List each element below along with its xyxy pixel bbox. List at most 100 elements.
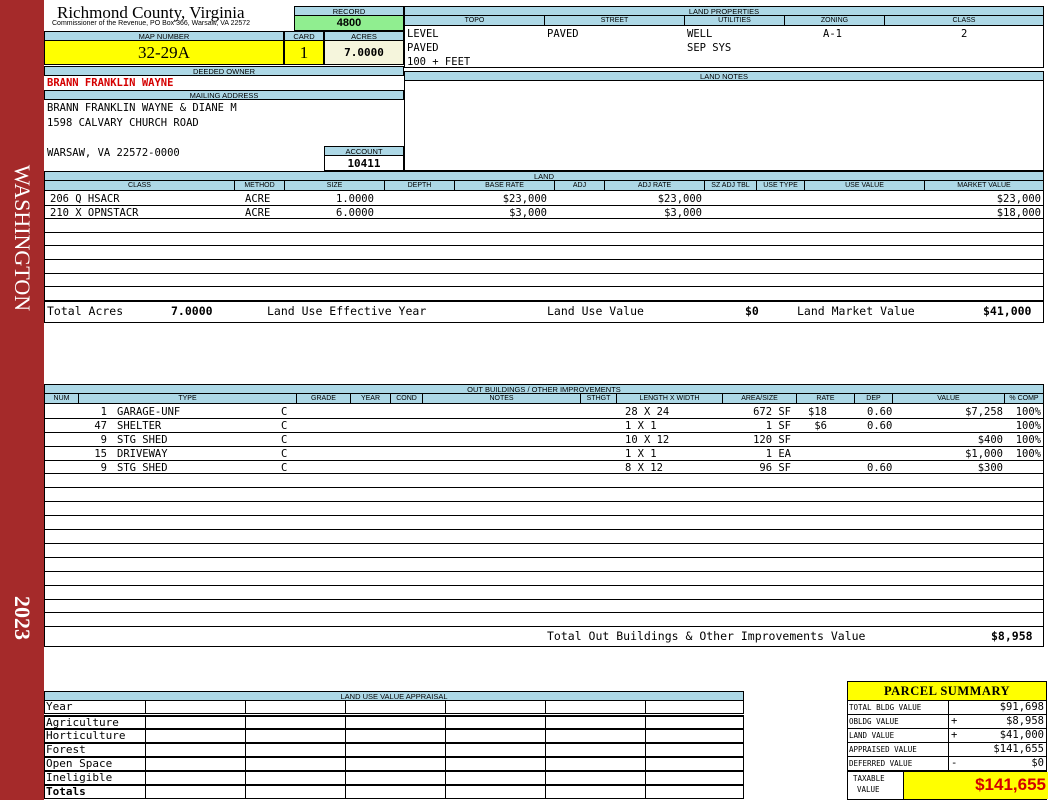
ob-header-sthgt: STHGT xyxy=(581,394,617,403)
outbuildings-table: NUM TYPE GRADE YEAR COND NOTES STHGT LEN… xyxy=(44,393,1044,647)
lua-cell xyxy=(245,772,246,784)
summary-sign: + xyxy=(951,729,958,741)
lua-cell xyxy=(645,717,646,728)
lp-street-1: PAVED xyxy=(547,28,579,40)
map-number: 32-29A xyxy=(44,40,284,65)
ob-row xyxy=(45,530,1043,544)
ob-grade: C xyxy=(281,433,288,446)
land-size: 1.0000 xyxy=(336,193,374,205)
summary-label: TOTAL BLDG VALUE xyxy=(849,703,922,712)
land-properties-panel: TOPO STREET UTILITIES ZONING CLASS LEVEL… xyxy=(404,15,1044,68)
lua-cell xyxy=(545,758,546,770)
ob-row xyxy=(45,544,1043,558)
lua-cell xyxy=(345,744,346,756)
lua-cell xyxy=(545,730,546,742)
ob-type: STG SHED xyxy=(117,433,168,446)
lp-utilities-1: WELL xyxy=(687,28,713,40)
ob-value: $1,000 xyxy=(965,447,1003,460)
land-market-value: $18,000 xyxy=(996,206,1041,219)
summary-row: DEFERRED VALUE - $0 xyxy=(847,756,1047,771)
ob-comp: 100% xyxy=(1015,447,1041,460)
lua-row: Year xyxy=(44,700,744,714)
land-method: ACRE xyxy=(245,193,271,205)
ob-area: 1 SF xyxy=(765,419,791,432)
ob-code: 47 xyxy=(94,419,107,432)
land-header-depth: DEPTH xyxy=(385,181,455,190)
lua-cell xyxy=(245,758,246,770)
summary-value-box: - $0 xyxy=(948,757,1046,770)
summary-value: $141,655 xyxy=(993,743,1044,755)
lp-topo-1: LEVEL xyxy=(407,28,439,40)
lua-cell xyxy=(645,758,646,770)
lp-header-class: CLASS xyxy=(952,17,976,24)
ob-area: 120 SF xyxy=(753,433,791,446)
ob-type: GARAGE-UNF xyxy=(117,406,181,418)
lua-label: Agriculture xyxy=(46,716,119,729)
lua-cell xyxy=(245,786,246,798)
ob-code: 9 xyxy=(100,433,107,446)
lua-cell xyxy=(145,744,146,756)
land-header-sz-adj: SZ ADJ TBL xyxy=(705,181,757,190)
lua-cell xyxy=(445,758,446,770)
ob-type: SHELTER xyxy=(117,419,162,432)
lua-cell xyxy=(245,730,246,742)
lua-cell xyxy=(445,786,446,798)
taxable-row: TAXABLE VALUE $141,655 xyxy=(847,771,1048,800)
land-header-method: METHOD xyxy=(235,181,285,190)
summary-value: $0 xyxy=(1031,757,1044,769)
lua-cell xyxy=(245,744,246,756)
land-market-value-label: Land Market Value xyxy=(797,304,915,318)
ob-grade: C xyxy=(281,461,288,474)
record-value: 4800 xyxy=(294,15,404,31)
ob-row xyxy=(45,475,1043,489)
land-use-effective-year-label: Land Use Effective Year xyxy=(267,304,427,318)
ob-dimensions: 10 X 12 xyxy=(625,433,670,446)
ob-value: $7,258 xyxy=(965,406,1003,418)
land-method: ACRE xyxy=(245,206,271,219)
lua-row: Forest xyxy=(44,743,744,757)
parcel-summary-table: TOTAL BLDG VALUE $91,698 OBLDG VALUE + $8,95… xyxy=(847,700,1048,800)
land-header-class: CLASS xyxy=(45,181,235,190)
land-class: 206 Q HSACR xyxy=(50,193,120,205)
taxable-value-box: $141,655 xyxy=(903,772,1048,799)
lua-cell xyxy=(145,717,146,728)
ob-value: $300 xyxy=(977,461,1003,474)
lua-cell xyxy=(445,730,446,742)
summary-row: OBLDG VALUE + $8,958 xyxy=(847,714,1047,729)
summary-value: $8,958 xyxy=(1006,715,1044,727)
land-row: 206 Q HSACR ACRE 1.0000 $23,000 $23,000 $23,0… xyxy=(45,192,1043,206)
ob-row xyxy=(45,488,1043,503)
land-row xyxy=(45,274,1043,288)
ob-header-area: AREA/SIZE xyxy=(723,394,797,403)
ob-total-label: Total Out Buildings & Other Improvements… xyxy=(547,629,866,643)
lua-cell xyxy=(545,744,546,756)
ob-grade: C xyxy=(281,419,288,432)
land-row xyxy=(45,233,1043,247)
ob-dimensions: 28 X 24 xyxy=(625,406,670,418)
ob-row: 9 STG SHED C 10 X 12 120 SF $400 100% xyxy=(45,433,1043,447)
land-adj-rate: $23,000 xyxy=(657,193,702,205)
lua-cell xyxy=(445,717,446,728)
ob-header-notes: NOTES xyxy=(423,394,581,403)
ob-row: 15 DRIVEWAY C 1 X 1 1 EA $1,000 100% xyxy=(45,447,1043,461)
ob-area: 1 EA xyxy=(765,447,791,460)
ob-header-dep: DEP xyxy=(855,394,893,403)
land-use-value: $0 xyxy=(745,304,759,318)
lua-cell xyxy=(345,701,346,713)
summary-value: $41,000 xyxy=(999,729,1044,741)
ob-row: 47 SHELTER C 1 X 1 1 SF $6 0.60 100% xyxy=(45,419,1043,433)
summary-row: TOTAL BLDG VALUE $91,698 xyxy=(847,700,1047,715)
land-row xyxy=(45,260,1043,274)
lua-cell xyxy=(245,701,246,713)
lua-cell xyxy=(545,786,546,798)
lua-cell xyxy=(545,717,546,728)
ob-row xyxy=(45,572,1043,586)
ob-code: 1 xyxy=(100,406,107,418)
ob-row xyxy=(45,558,1043,572)
card-number: 1 xyxy=(284,40,324,65)
lua-cell xyxy=(345,730,346,742)
lua-row: Agriculture xyxy=(44,715,744,729)
taxable-label-1: TAXABLE xyxy=(853,774,885,783)
ob-dep: 0.60 xyxy=(867,419,893,432)
land-header-market-value: MARKET VALUE xyxy=(957,182,1011,189)
